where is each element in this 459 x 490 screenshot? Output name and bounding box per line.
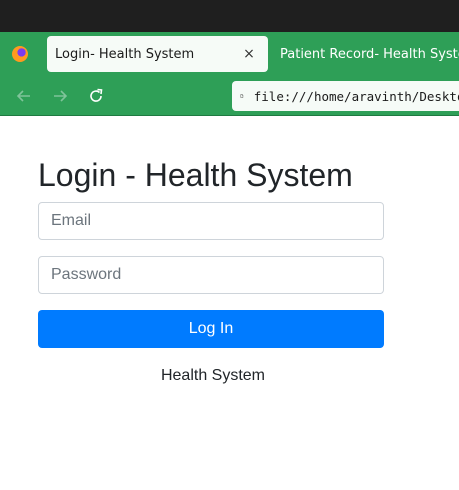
url-bar[interactable]: file:///home/aravinth/Desktop <box>232 81 459 111</box>
forward-arrow-icon <box>54 90 68 102</box>
tab-bar: Login- Health System × Patient Record- H… <box>0 32 459 76</box>
email-field[interactable] <box>38 202 384 240</box>
forward-button[interactable] <box>48 84 72 108</box>
page-content: Login - Health System Log In Health Syst… <box>0 117 459 490</box>
reload-icon <box>90 88 103 102</box>
password-field[interactable] <box>38 256 384 294</box>
window-titlebar <box>0 0 459 32</box>
tab-login-label: Login- Health System <box>55 46 195 62</box>
firefox-icon <box>12 46 28 62</box>
back-arrow-icon <box>16 90 30 102</box>
tab-patient-record[interactable]: Patient Record- Health System <box>272 36 459 72</box>
tab-login[interactable]: Login- Health System × <box>47 36 268 72</box>
back-button[interactable] <box>12 84 36 108</box>
login-button[interactable]: Log In <box>38 310 384 348</box>
tab-patient-record-label: Patient Record- Health System <box>280 46 459 62</box>
page-icon <box>240 94 244 98</box>
navigation-toolbar: file:///home/aravinth/Desktop <box>0 76 459 116</box>
footer-text: Health System <box>160 367 266 384</box>
reload-button[interactable] <box>84 84 108 108</box>
url-text: file:///home/aravinth/Desktop <box>253 88 459 104</box>
page-title: Login - Health System <box>38 157 353 193</box>
firefox-menu-button[interactable] <box>0 32 40 76</box>
close-icon[interactable]: × <box>240 45 258 63</box>
